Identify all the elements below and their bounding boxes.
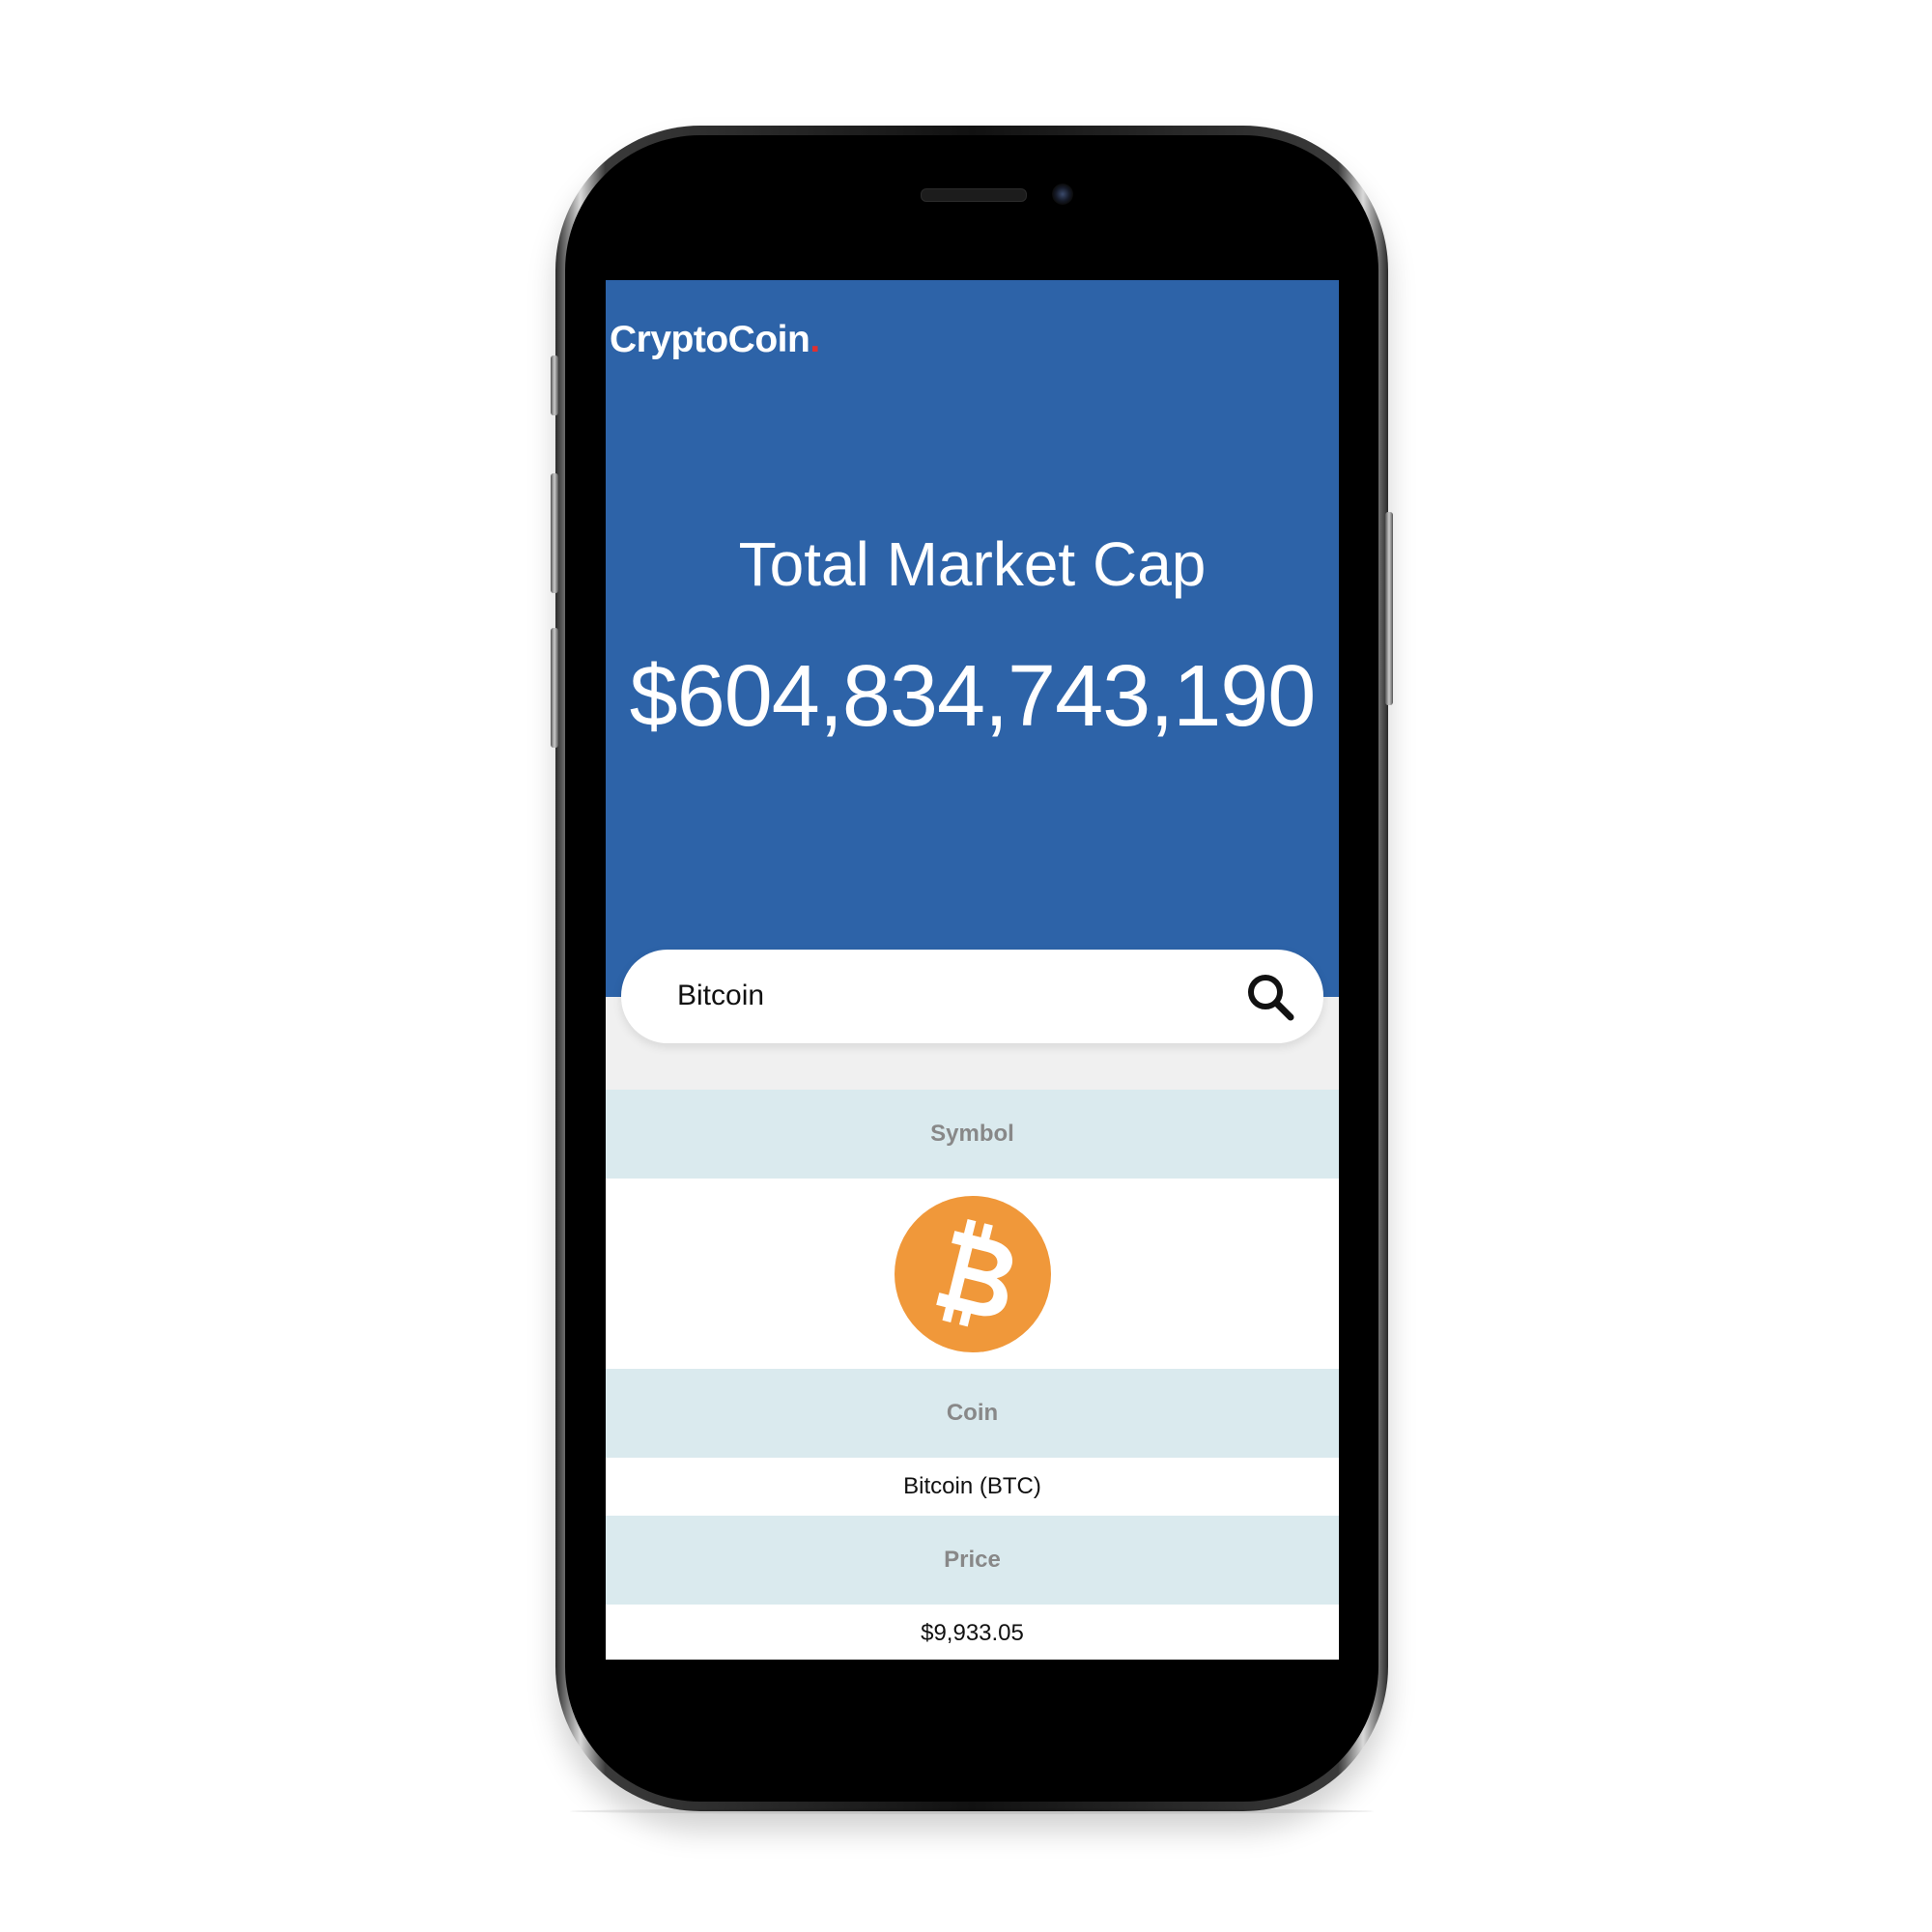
phone-shadow [570, 1808, 1374, 1814]
bitcoin-icon [894, 1195, 1051, 1352]
app-logo[interactable]: CryptoCoin. [610, 319, 820, 361]
market-cap-title: Total Market Cap [738, 529, 1207, 599]
logo-text: CryptoCoin [610, 319, 810, 360]
device-stage: CryptoCoin. Total Market Cap $604,834,74… [0, 0, 1932, 1932]
symbol-header: Symbol [606, 1090, 1339, 1179]
front-camera [1052, 184, 1073, 205]
coin-value: Bitcoin (BTC) [606, 1458, 1339, 1516]
price-value: $9,933.05 [606, 1605, 1339, 1660]
search-bar [621, 950, 1323, 1043]
mute-switch [551, 355, 558, 415]
coin-table: Symbol Coin Bitcoin (BTC) Price $9,933.0… [606, 1090, 1339, 1660]
symbol-cell [606, 1179, 1339, 1369]
earpiece-speaker [921, 188, 1027, 202]
coin-header: Coin [606, 1369, 1339, 1458]
hero-section: CryptoCoin. Total Market Cap $604,834,74… [606, 280, 1339, 997]
logo-dot: . [810, 319, 820, 360]
price-header: Price [606, 1516, 1339, 1605]
power-button [1385, 512, 1393, 705]
market-cap-value: $604,834,743,190 [629, 648, 1317, 745]
search-icon [1248, 975, 1294, 1021]
search-input[interactable] [677, 973, 1218, 1019]
app-screen: CryptoCoin. Total Market Cap $604,834,74… [606, 280, 1339, 1660]
volume-up-button [551, 473, 558, 593]
search-button[interactable] [1242, 969, 1298, 1025]
volume-down-button [551, 628, 558, 748]
